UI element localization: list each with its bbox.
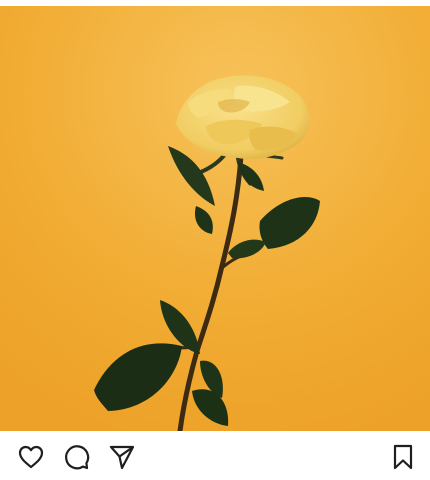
post-image[interactable] xyxy=(0,6,430,431)
comment-button[interactable] xyxy=(61,442,91,472)
paper-plane-icon xyxy=(109,445,135,470)
post-action-bar xyxy=(0,431,430,480)
like-button[interactable] xyxy=(16,442,46,472)
heart-icon xyxy=(18,445,44,469)
instagram-post xyxy=(0,0,430,480)
bookmark-icon xyxy=(393,444,413,470)
save-button[interactable] xyxy=(388,442,418,472)
share-button[interactable] xyxy=(107,442,137,472)
comment-icon xyxy=(65,445,90,470)
rose-photo xyxy=(0,6,430,431)
